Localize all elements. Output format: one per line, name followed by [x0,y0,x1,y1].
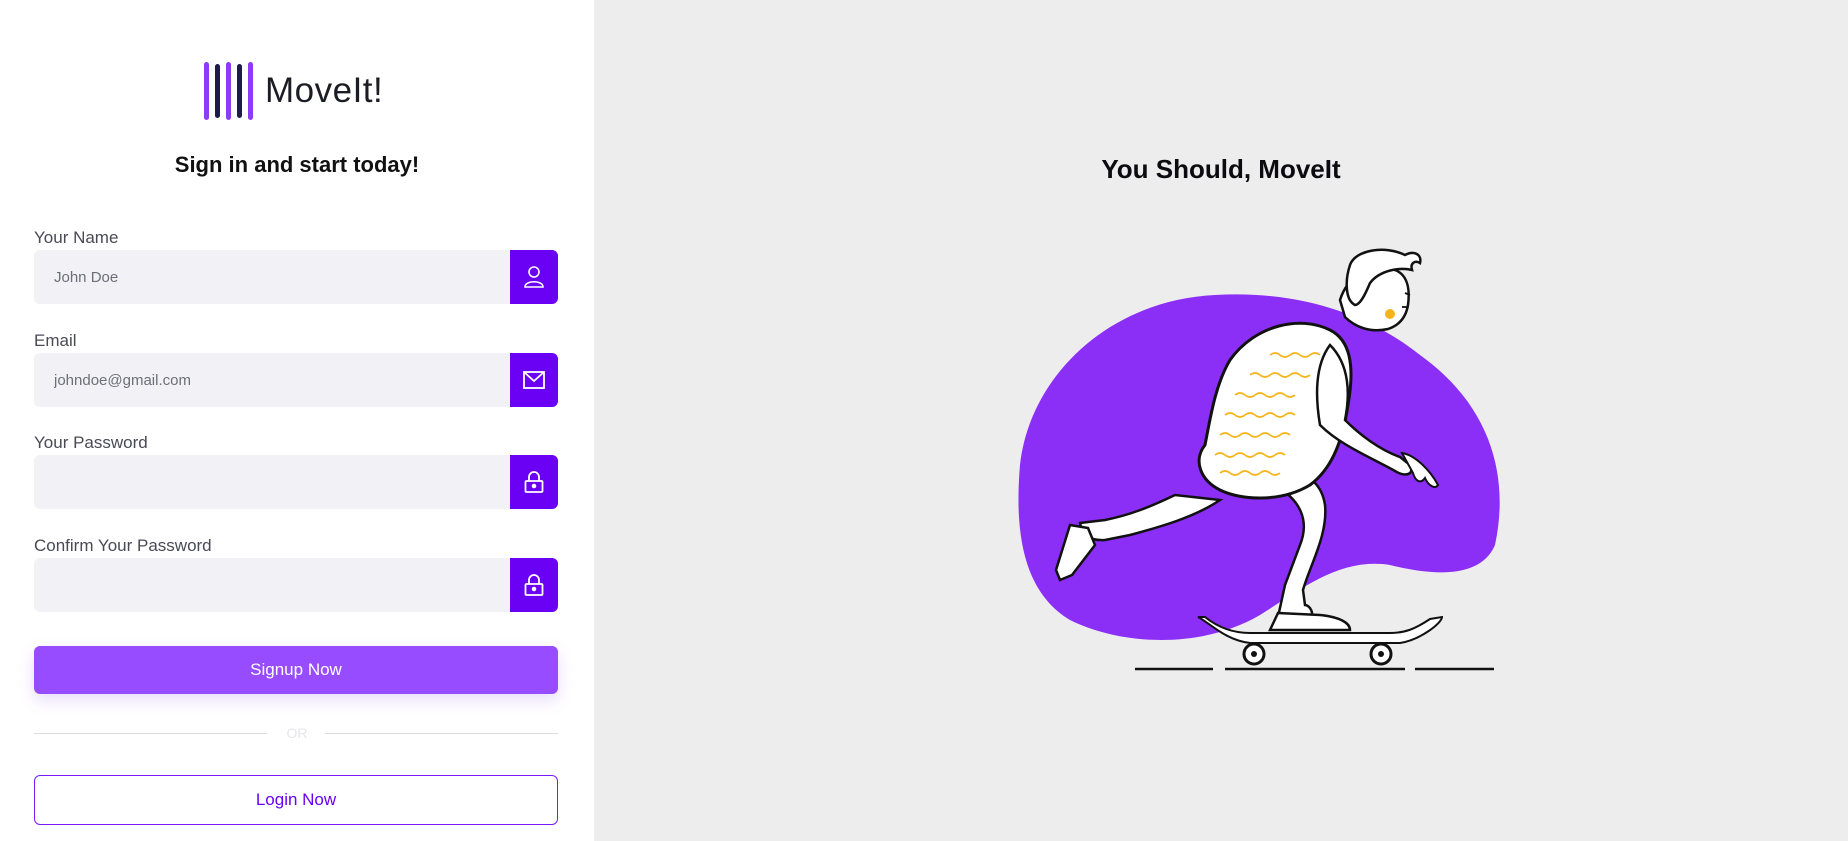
name-label: Your Name [34,228,119,247]
logo-bars-icon [204,60,253,122]
email-label: Email [34,331,77,350]
email-input[interactable] [34,353,500,407]
password-field-wrapper [34,455,558,509]
lock-icon [510,558,558,612]
password-label: Your Password [34,433,148,452]
signup-panel: MoveIt! Sign in and start today! Your Na… [0,0,594,841]
hero-title: You Should, MoveIt [1101,154,1341,184]
mail-icon [510,353,558,407]
user-icon [510,250,558,304]
login-button[interactable]: Login Now [34,775,558,825]
skateboarder-illustration [1010,245,1510,690]
password-input[interactable] [34,455,500,509]
lock-icon [510,455,558,509]
name-field-wrapper [34,250,558,304]
divider-right [325,733,558,734]
form-heading: Sign in and start today! [174,152,420,177]
signup-button[interactable]: Signup Now [34,646,558,694]
confirm-password-label: Confirm Your Password [34,536,212,555]
email-field-wrapper [34,353,558,407]
name-input[interactable] [34,250,500,304]
confirm-password-field-wrapper [34,558,558,612]
confirm-password-input[interactable] [34,558,500,612]
brand-name: MoveIt! [265,71,384,110]
brand-logo: MoveIt! [204,60,383,122]
